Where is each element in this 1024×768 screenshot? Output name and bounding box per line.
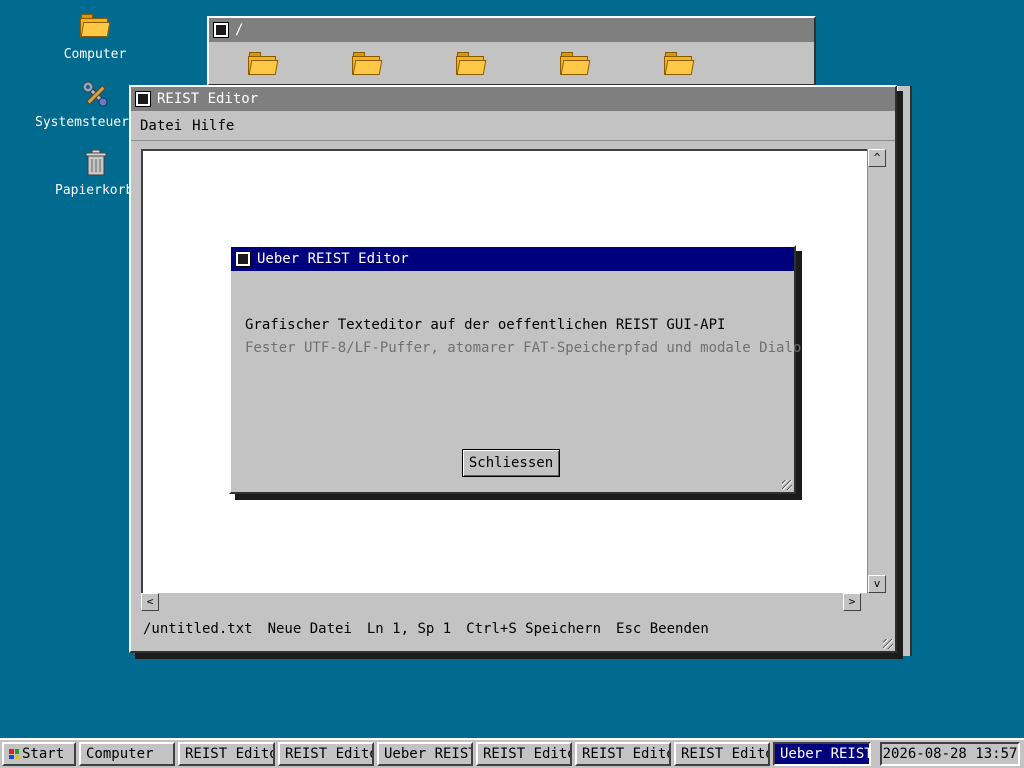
taskbar: Start Computer REIST Editor REIST Editor… [0, 738, 1024, 768]
taskbar-clock: 2026-08-28 13:57 [880, 742, 1020, 766]
status-state: Neue Datei [267, 621, 352, 637]
file-window[interactable]: / [207, 16, 816, 86]
folder-row [247, 50, 695, 76]
taskbar-item[interactable]: REIST Editor [476, 742, 572, 766]
editor-titlebar[interactable]: REIST Editor [131, 87, 895, 111]
desktop-icon-label: Computer [63, 47, 127, 62]
menu-datei[interactable]: Datei [135, 118, 187, 134]
close-button[interactable]: Schliessen [462, 449, 560, 477]
status-position: Ln 1, Sp 1 [366, 621, 452, 637]
trash-icon [83, 148, 115, 178]
scroll-left-button[interactable]: < [141, 593, 159, 611]
stacked-window-edge [896, 86, 912, 656]
desktop-icon-label: Papierkorb [55, 183, 134, 198]
file-window-titlebar[interactable]: / [209, 18, 814, 42]
dialog-message-secondary: Fester UTF-8/LF-Puffer, atomarer FAT-Spe… [245, 340, 802, 356]
window-title: REIST Editor [157, 91, 259, 107]
taskbar-item[interactable]: Computer [79, 742, 175, 766]
dialog-message-primary: Grafischer Texteditor auf der oeffentlic… [245, 317, 726, 333]
menu-bar: Datei Hilfe [131, 111, 895, 141]
start-button[interactable]: Start [2, 742, 76, 766]
folder-icon[interactable] [455, 50, 487, 76]
desktop-icon-computer[interactable]: Computer [45, 12, 145, 62]
start-logo-icon [9, 749, 19, 759]
folder-icon [79, 12, 111, 42]
scroll-up-button[interactable]: ^ [868, 149, 886, 167]
horizontal-scrollbar[interactable]: < > [141, 593, 861, 611]
close-icon[interactable] [235, 251, 251, 267]
taskbar-item[interactable]: REIST Editor [178, 742, 275, 766]
about-dialog[interactable]: Ueber REIST Editor Grafischer Texteditor… [229, 245, 801, 494]
dialog-title: Ueber REIST Editor [257, 251, 409, 267]
status-exit-hint: Esc Beenden [616, 621, 709, 637]
taskbar-item-active[interactable]: Ueber REIST Editor [773, 742, 871, 766]
window-title: / [235, 22, 244, 38]
tools-icon [81, 80, 113, 110]
dialog-titlebar[interactable]: Ueber REIST Editor [231, 247, 794, 271]
scroll-right-button[interactable]: > [843, 593, 861, 611]
menu-hilfe[interactable]: Hilfe [187, 118, 239, 134]
folder-icon[interactable] [663, 50, 695, 76]
close-icon[interactable] [135, 91, 151, 107]
start-label: Start [22, 746, 65, 762]
resize-grip[interactable] [782, 480, 792, 490]
taskbar-item[interactable]: REIST Editor [575, 742, 671, 766]
folder-icon[interactable] [351, 50, 383, 76]
status-path: /untitled.txt [143, 621, 253, 637]
scroll-down-button[interactable]: v [868, 575, 886, 593]
taskbar-item[interactable]: REIST Editor [278, 742, 374, 766]
vertical-scrollbar[interactable]: ^ v [867, 149, 886, 593]
resize-grip[interactable] [883, 639, 893, 649]
status-save-hint: Ctrl+S Speichern [466, 621, 602, 637]
taskbar-item[interactable]: REIST Editor [674, 742, 770, 766]
close-icon[interactable] [213, 22, 229, 38]
folder-icon[interactable] [247, 50, 279, 76]
folder-icon[interactable] [559, 50, 591, 76]
taskbar-item[interactable]: Ueber REIST Editor [377, 742, 473, 766]
scroll-corner [861, 593, 879, 611]
status-bar: /untitled.txt Neue Datei Ln 1, Sp 1 Ctrl… [143, 621, 709, 637]
